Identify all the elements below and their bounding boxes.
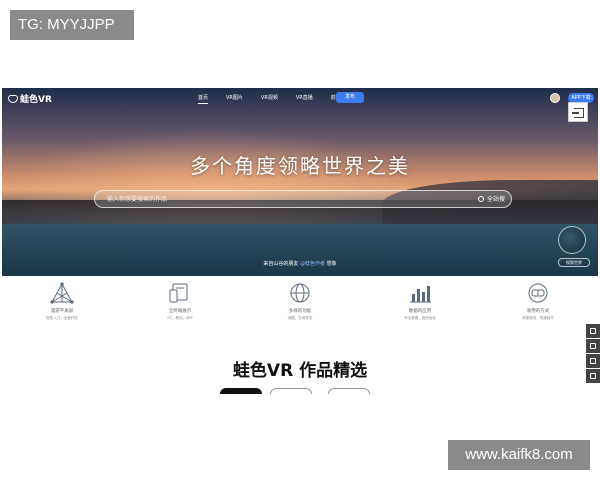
logo-text: 蛙色VR bbox=[20, 95, 52, 105]
publish-button[interactable]: 发布 bbox=[336, 92, 364, 103]
nav-item-vr-images[interactable]: VR图片 bbox=[226, 94, 243, 104]
watermark: www.kaifk8.com bbox=[448, 440, 590, 470]
chat-icon[interactable] bbox=[586, 324, 600, 338]
feature-item: 多样的功能 地图，空间导览 bbox=[260, 282, 340, 321]
feature-title: 全终端展示 bbox=[168, 309, 192, 314]
nav-menu: 首页 VR图片 VR视频 VR直播 前言 bbox=[198, 94, 359, 104]
search-icon bbox=[477, 196, 484, 202]
search-button[interactable]: 全站搜 bbox=[477, 194, 505, 205]
feature-subtitle: 地图，空间导览 bbox=[287, 316, 313, 320]
feature-title: 易用的方式 bbox=[526, 309, 550, 314]
section-title: 蛙色VR 作品精选 bbox=[232, 361, 368, 381]
feature-subtitle: 专业数据，逐月优化 bbox=[404, 316, 436, 320]
vr-headset-icon bbox=[528, 283, 548, 303]
feature-item: 全终端展示 PC，移动，APP bbox=[140, 282, 220, 321]
tab-2[interactable] bbox=[270, 388, 312, 394]
feature-subtitle: 简便使用，快速制作 bbox=[522, 316, 554, 320]
tab-1[interactable] bbox=[220, 388, 262, 394]
login-button[interactable] bbox=[568, 102, 588, 122]
feature-item: 数据的应用 专业数据，逐月优化 bbox=[380, 282, 460, 321]
bay-water bbox=[2, 224, 598, 276]
top-nav: 蛙色VR 首页 VR图片 VR视频 VR直播 前言 发布 APP下载 bbox=[2, 88, 598, 122]
feature-title: 数据的应用 bbox=[408, 309, 432, 314]
explore-world-button[interactable]: 探索世界 bbox=[558, 258, 590, 267]
nav-item-home[interactable]: 首页 bbox=[198, 94, 209, 104]
site-logo[interactable]: 蛙色VR bbox=[8, 92, 52, 105]
feature-title: 多样的功能 bbox=[288, 309, 312, 314]
hero-banner: 蛙色VR 首页 VR图片 VR视频 VR直播 前言 发布 APP下载 多个角度领… bbox=[2, 88, 598, 276]
hero-caption: 来自山谷的朋友 @蛙色作者 想象 bbox=[263, 261, 337, 267]
globe-icon bbox=[290, 283, 310, 303]
network-icon bbox=[50, 282, 74, 304]
feature-item: 漫游不离屏 轻松入门，全面开放 bbox=[22, 282, 102, 321]
planet-globe-icon[interactable] bbox=[558, 226, 586, 254]
bar-chart-icon bbox=[410, 286, 431, 303]
feature-subtitle: 轻松入门，全面开放 bbox=[46, 316, 78, 320]
frog-logo-icon bbox=[8, 95, 18, 103]
hero-headline: 多个角度领略世界之美 bbox=[190, 154, 410, 178]
avatar[interactable] bbox=[550, 93, 560, 103]
search-input[interactable] bbox=[107, 193, 467, 206]
tg-badge: TG: MYYJJPP bbox=[10, 10, 134, 40]
feature-subtitle: PC，移动，APP bbox=[167, 316, 193, 320]
feature-item: 易用的方式 简便使用，快速制作 bbox=[498, 282, 578, 321]
qr-code-icon[interactable] bbox=[586, 339, 600, 353]
nav-item-vr-video[interactable]: VR视频 bbox=[261, 94, 278, 104]
feature-row: 漫游不离屏 轻松入门，全面开放 全终端展示 PC，移动，APP 多样的功能 地图… bbox=[0, 282, 600, 332]
feature-title: 漫游不离屏 bbox=[50, 309, 74, 314]
devices-icon bbox=[169, 283, 188, 303]
category-tabs bbox=[220, 388, 380, 394]
tab-3[interactable] bbox=[328, 388, 370, 394]
search-bar: 全站搜 bbox=[94, 190, 512, 208]
nav-item-vr-live[interactable]: VR直播 bbox=[296, 94, 313, 104]
author-link[interactable]: @蛙色作者 bbox=[300, 261, 325, 267]
